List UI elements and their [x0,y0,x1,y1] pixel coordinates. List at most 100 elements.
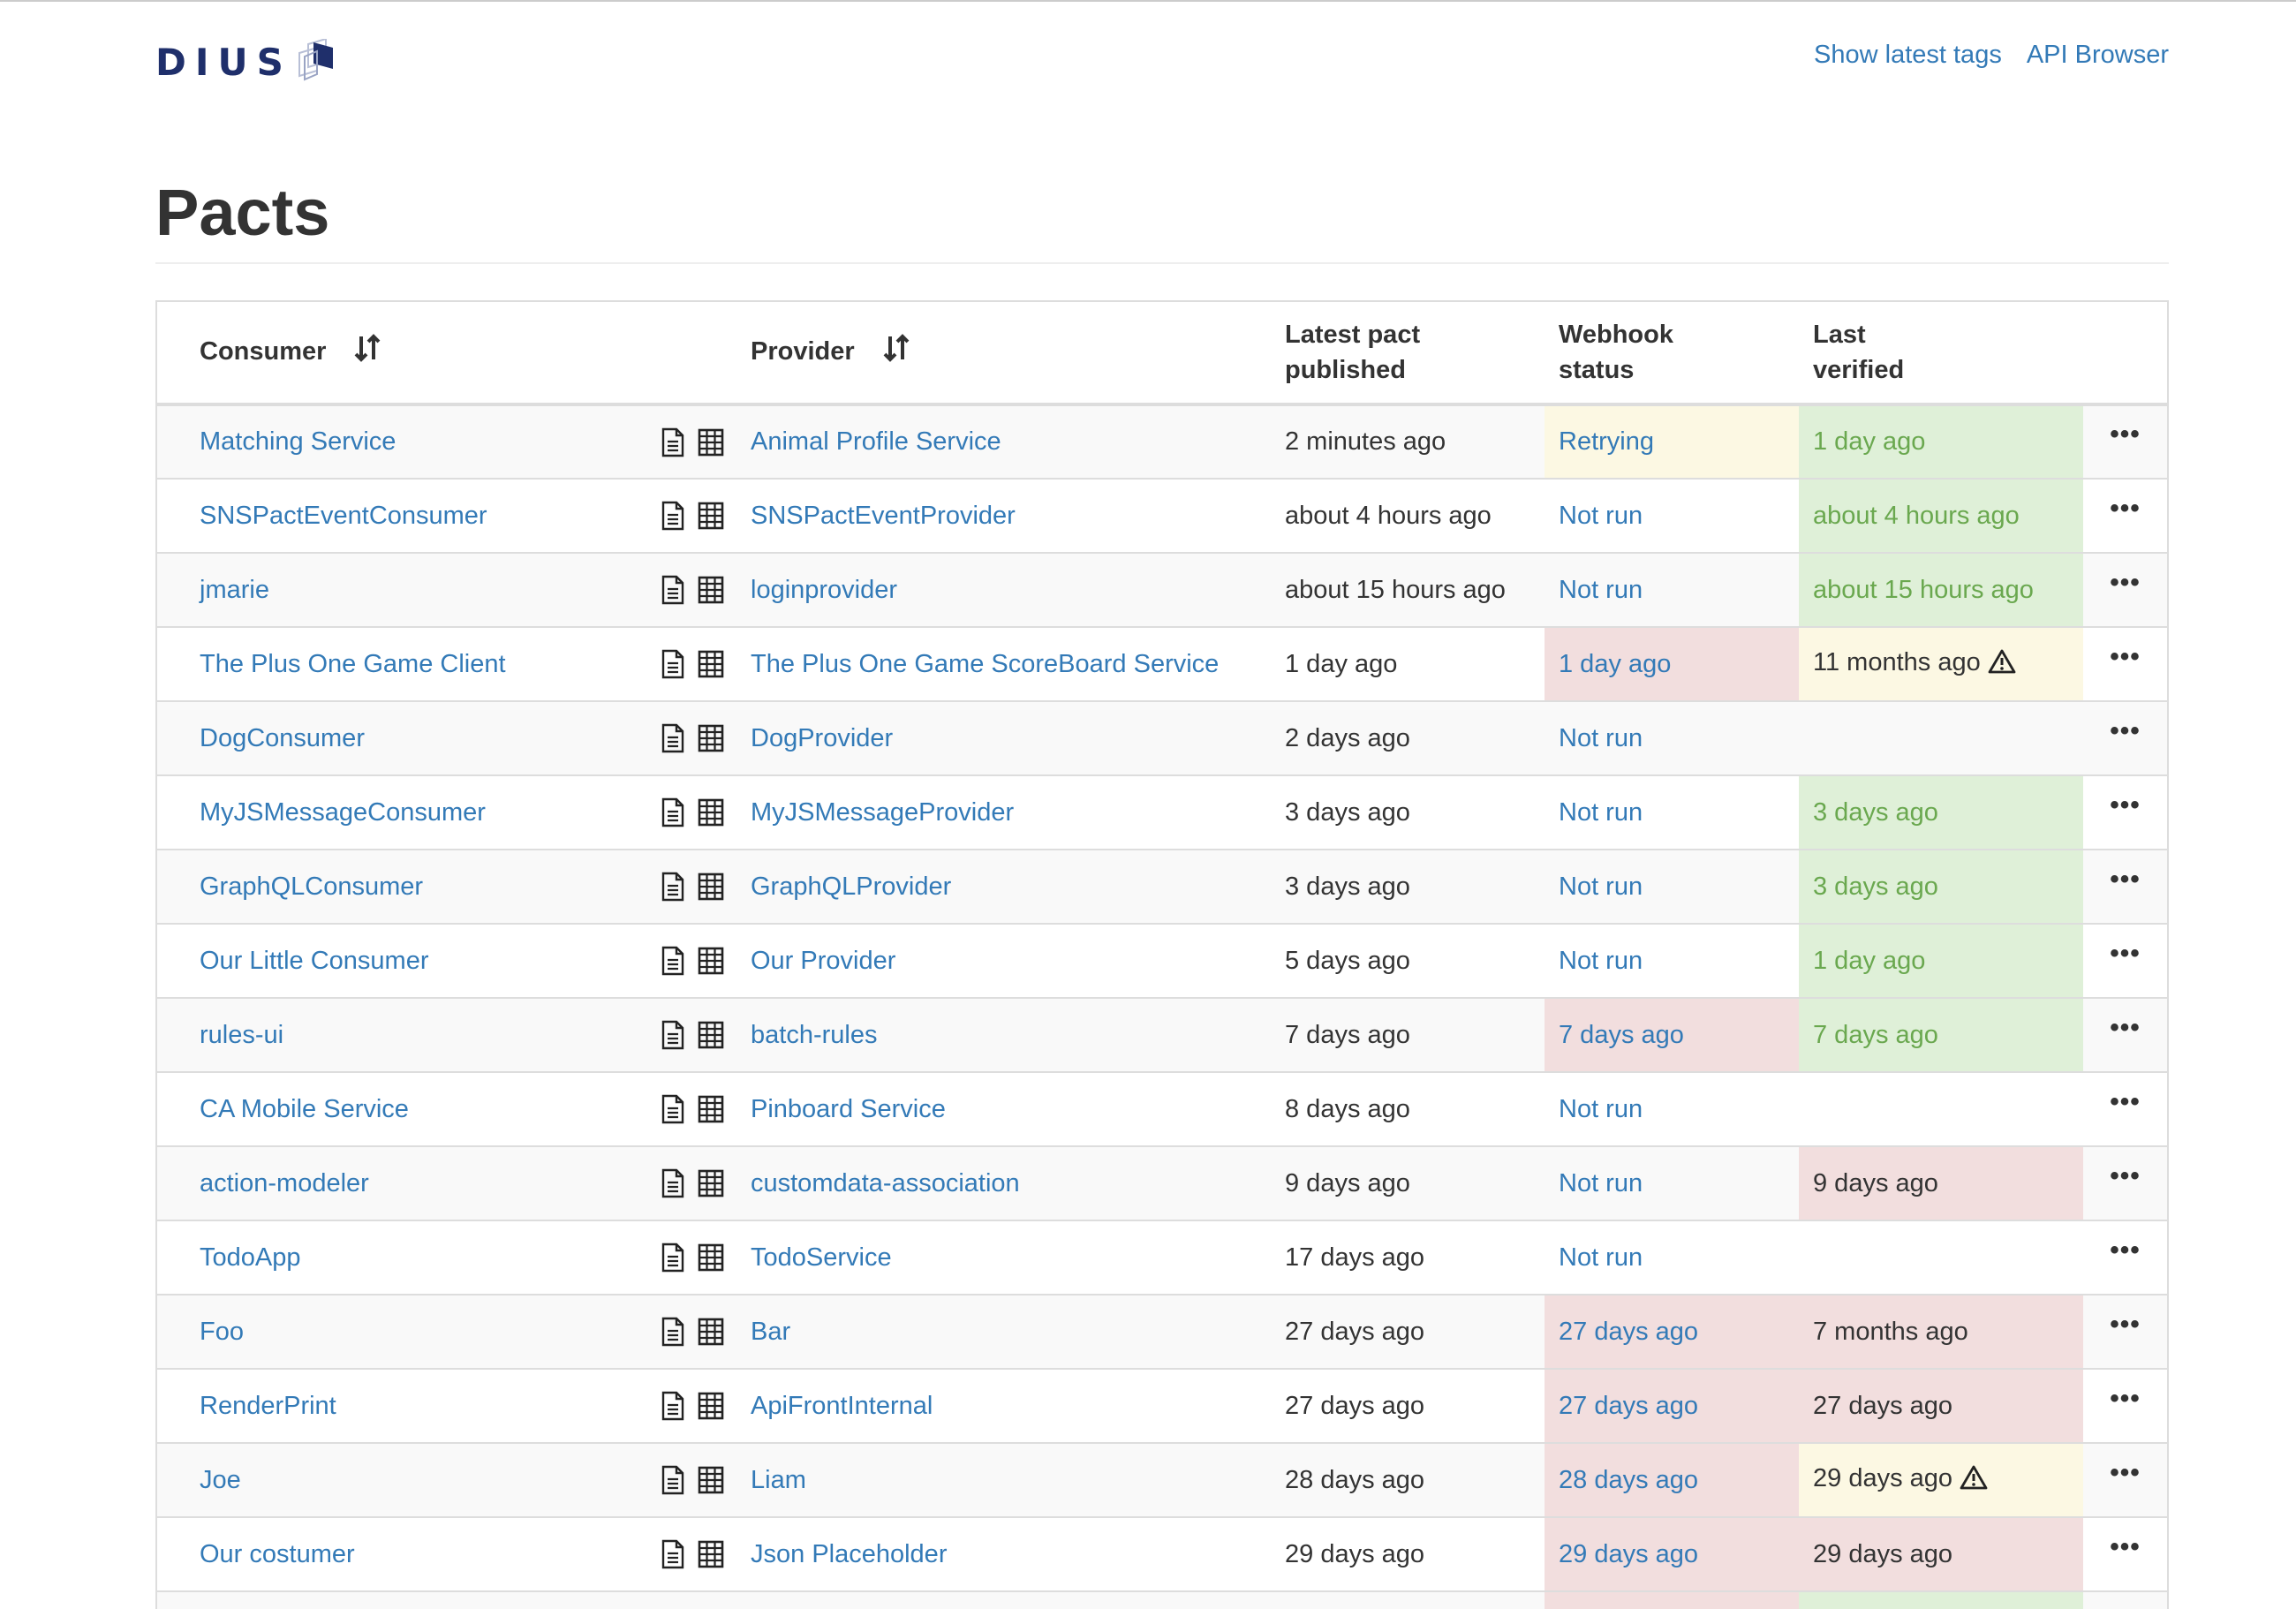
consumer-link[interactable]: MyJSMessageConsumer [200,798,486,827]
document-icon[interactable] [661,723,685,753]
provider-link[interactable]: ApiFrontInternal [751,1392,933,1420]
ellipsis-icon[interactable]: ••• [2110,495,2141,521]
document-icon[interactable] [661,1243,685,1273]
consumer-link[interactable]: jmarie [200,576,269,604]
provider-link[interactable]: loginprovider [751,576,897,604]
consumer-link[interactable]: rules-ui [200,1021,283,1049]
ellipsis-icon[interactable]: ••• [2110,1311,2141,1337]
consumer-link[interactable]: action-modeler [200,1169,369,1197]
provider-link[interactable]: Animal Profile Service [751,427,1001,456]
provider-link[interactable]: customdata-association [751,1169,1020,1197]
webhook-status-link[interactable]: 7 days ago [1559,1021,1684,1049]
consumer-link[interactable]: RenderPrint [200,1392,336,1420]
webhook-status-link[interactable]: 27 days ago [1559,1392,1698,1420]
webhook-status-link[interactable]: Not run [1559,1095,1643,1123]
table-grid-icon[interactable] [698,650,724,678]
provider-link[interactable]: DogProvider [751,724,893,752]
webhook-status-link[interactable]: 1 day ago [1559,650,1671,678]
table-grid-icon[interactable] [698,1318,724,1346]
provider-link[interactable]: The Plus One Game ScoreBoard Service [751,650,1219,678]
table-grid-icon[interactable] [698,1243,724,1272]
consumer-link[interactable]: Matching Service [200,427,396,456]
webhook-status-link[interactable]: 28 days ago [1559,1466,1698,1494]
logo[interactable]: DIUS [155,39,336,85]
ellipsis-icon[interactable]: ••• [2110,1014,2141,1040]
ellipsis-icon[interactable]: ••• [2110,1385,2141,1411]
webhook-status-link[interactable]: Not run [1559,798,1643,827]
provider-link[interactable]: Json Placeholder [751,1540,947,1568]
document-icon[interactable] [661,946,685,976]
provider-link[interactable]: Bar [751,1318,790,1346]
table-grid-icon[interactable] [698,502,724,530]
provider-link[interactable]: Pinboard Service [751,1095,946,1123]
table-grid-icon[interactable] [698,872,724,901]
sort-arrows-icon[interactable] [883,333,910,373]
webhook-status-link[interactable]: 29 days ago [1559,1540,1698,1568]
webhook-status-link[interactable]: Not run [1559,724,1643,752]
document-icon[interactable] [661,1465,685,1495]
provider-link[interactable]: batch-rules [751,1021,877,1049]
webhook-status-link[interactable]: Not run [1559,1169,1643,1197]
provider-link[interactable]: TodoService [751,1243,892,1272]
ellipsis-icon[interactable]: ••• [2110,940,2141,966]
consumer-link[interactable]: Our Little Consumer [200,947,429,975]
consumer-link[interactable]: DogConsumer [200,724,365,752]
document-icon[interactable] [661,797,685,827]
table-grid-icon[interactable] [698,724,724,752]
consumer-link[interactable]: The Plus One Game Client [200,650,506,678]
document-icon[interactable] [661,1539,685,1569]
ellipsis-icon[interactable]: ••• [2110,1162,2141,1189]
document-icon[interactable] [661,1391,685,1421]
webhook-status-link[interactable]: Not run [1559,947,1643,975]
document-icon[interactable] [661,427,685,457]
table-grid-icon[interactable] [698,947,724,975]
webhook-status-link[interactable]: Retrying [1559,427,1654,456]
ellipsis-icon[interactable]: ••• [2110,643,2141,669]
document-icon[interactable] [661,1168,685,1198]
table-grid-icon[interactable] [698,1169,724,1197]
ellipsis-icon[interactable]: ••• [2110,1533,2141,1560]
provider-link[interactable]: Liam [751,1466,806,1494]
consumer-link[interactable]: TodoApp [200,1243,301,1272]
table-grid-icon[interactable] [698,576,724,604]
document-icon[interactable] [661,872,685,902]
table-grid-icon[interactable] [698,1021,724,1049]
ellipsis-icon[interactable]: ••• [2110,1459,2141,1485]
consumer-link[interactable]: Foo [200,1318,244,1346]
provider-link[interactable]: Our Provider [751,947,895,975]
provider-link[interactable]: GraphQLProvider [751,872,951,901]
table-grid-icon[interactable] [698,1392,724,1420]
table-grid-icon[interactable] [698,1466,724,1494]
provider-link[interactable]: SNSPactEventProvider [751,502,1016,530]
webhook-status-link[interactable]: 27 days ago [1559,1318,1698,1346]
table-grid-icon[interactable] [698,798,724,827]
consumer-link[interactable]: SNSPactEventConsumer [200,502,487,530]
api-browser-link[interactable]: API Browser [2027,39,2169,71]
consumer-link[interactable]: Joe [200,1466,241,1494]
provider-column-header[interactable]: Provider [751,302,1285,406]
document-icon[interactable] [661,501,685,531]
table-grid-icon[interactable] [698,1095,724,1123]
ellipsis-icon[interactable]: ••• [2110,865,2141,892]
consumer-link[interactable]: Our costumer [200,1540,355,1568]
webhook-status-link[interactable]: Not run [1559,502,1643,530]
document-icon[interactable] [661,1317,685,1347]
webhook-status-link[interactable]: Not run [1559,576,1643,604]
document-icon[interactable] [661,649,685,679]
ellipsis-icon[interactable]: ••• [2110,421,2141,448]
show-latest-tags-link[interactable]: Show latest tags [1814,39,2002,71]
ellipsis-icon[interactable]: ••• [2110,569,2141,595]
document-icon[interactable] [661,575,685,605]
consumer-link[interactable]: GraphQLConsumer [200,872,423,901]
webhook-status-link[interactable]: Not run [1559,872,1643,901]
sort-arrows-icon[interactable] [354,333,381,373]
document-icon[interactable] [661,1020,685,1050]
consumer-column-header[interactable]: Consumer [157,302,661,406]
ellipsis-icon[interactable]: ••• [2110,791,2141,818]
provider-link[interactable]: MyJSMessageProvider [751,798,1014,827]
document-icon[interactable] [661,1094,685,1124]
table-grid-icon[interactable] [698,1540,724,1568]
consumer-link[interactable]: CA Mobile Service [200,1095,409,1123]
ellipsis-icon[interactable]: ••• [2110,1236,2141,1263]
ellipsis-icon[interactable]: ••• [2110,1088,2141,1114]
